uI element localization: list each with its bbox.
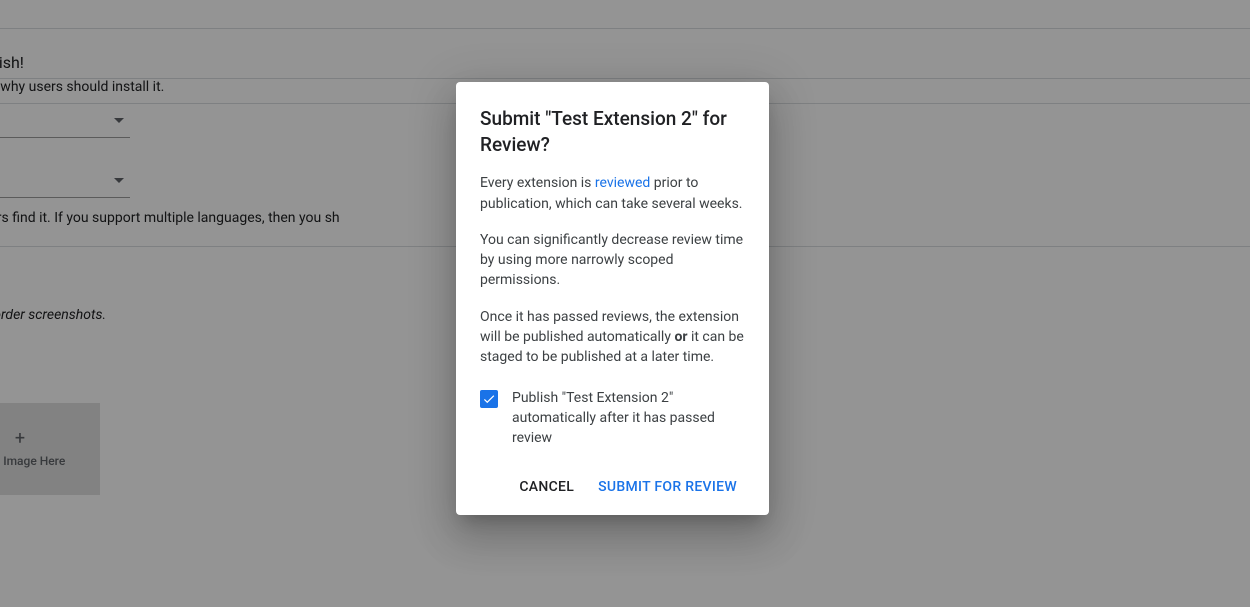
dialog-paragraph-1: Every extension is reviewed prior to pub… <box>480 173 745 214</box>
reviewed-link[interactable]: reviewed <box>595 175 650 191</box>
submit-for-review-button[interactable]: SUBMIT FOR REVIEW <box>590 471 745 503</box>
dialog-paragraph-2: You can significantly decrease review ti… <box>480 230 745 291</box>
publish-automatically-label: Publish "Test Extension 2" automatically… <box>512 388 745 449</box>
publish-automatically-checkbox[interactable] <box>480 390 498 408</box>
dialog-actions: CANCEL SUBMIT FOR REVIEW <box>480 471 745 503</box>
check-icon <box>482 392 496 406</box>
submit-review-dialog: Submit "Test Extension 2" for Review? Ev… <box>456 82 769 515</box>
cancel-button[interactable]: CANCEL <box>511 471 582 503</box>
dialog-title: Submit "Test Extension 2" for Review? <box>480 106 745 157</box>
dialog-paragraph-3: Once it has passed reviews, the extensio… <box>480 307 745 368</box>
